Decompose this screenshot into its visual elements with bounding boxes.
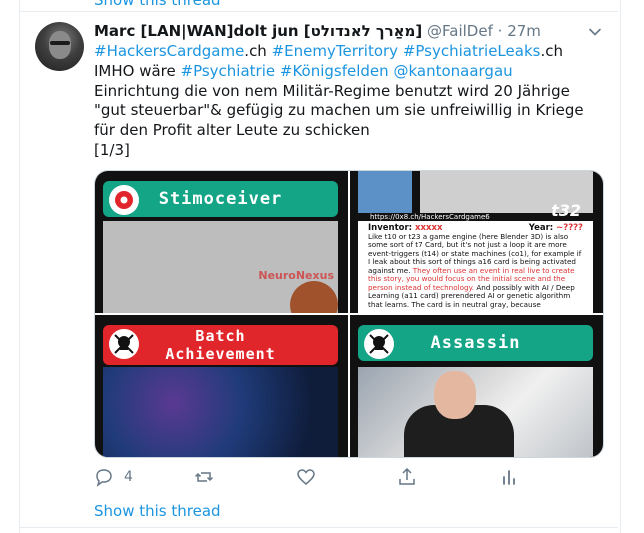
- avatar-face: [49, 31, 71, 59]
- tweet-text-segment: für den Profit alter Leute zu schicken: [94, 121, 370, 140]
- meta-separator: ·: [497, 22, 503, 40]
- hashtag-link[interactable]: #HackersCardgame: [94, 42, 244, 60]
- chevron-down-icon[interactable]: [587, 24, 603, 40]
- card-tag: t32: [551, 201, 581, 220]
- tweet-text-segment: Einrichtung die von nem Militär-Regime b…: [94, 81, 570, 100]
- card-assassin[interactable]: Assassin: [350, 315, 603, 457]
- gear-icon: [109, 185, 139, 215]
- reply-count: 4: [124, 469, 133, 485]
- show-thread-link-top[interactable]: Show this thread: [94, 0, 221, 9]
- reply-icon: [96, 469, 112, 487]
- reply-button[interactable]: 4: [94, 467, 133, 487]
- card-grid-image: [358, 171, 412, 213]
- skull-icon: [364, 329, 394, 359]
- card-title-line2: Achievement: [165, 345, 276, 363]
- retweet-icon: [194, 472, 214, 482]
- avatar-glasses: [50, 41, 70, 45]
- card-title-line1: Batch: [195, 327, 246, 345]
- show-thread-link[interactable]: Show this thread: [94, 502, 221, 520]
- tweet-text-segment: "gut steuerbar"& gefügig zu machen um si…: [94, 101, 584, 120]
- tweet-line: für den Profit alter Leute zu schicken: [94, 121, 606, 141]
- skull-icon: [109, 329, 139, 359]
- person-head: [434, 371, 476, 419]
- analytics-button[interactable]: [499, 467, 519, 487]
- tweet-text: #HackersCardgame.ch #EnemyTerritory #Psy…: [94, 42, 606, 161]
- hashtag-link[interactable]: #PsychiatrieLeaks: [398, 42, 541, 60]
- tweet-line: [1/3]: [94, 141, 606, 161]
- tweet-time[interactable]: 27m: [507, 22, 541, 40]
- card-description: Inventor: xxxxx Year: ~???? Like t10 or …: [358, 221, 593, 313]
- hashtag-link[interactable]: #Königsfelden: [275, 62, 389, 80]
- divider-bottom: [20, 527, 618, 528]
- hashtag-link[interactable]: #EnemyTerritory: [267, 42, 398, 60]
- like-button[interactable]: [296, 467, 326, 487]
- card-brand: NeuroNexus: [258, 269, 334, 282]
- tweet-line: Einrichtung die von nem Militär-Regime b…: [94, 82, 606, 102]
- card-t32[interactable]: t32 https://0x8.ch/HackersCardgame6 Inve…: [350, 171, 603, 313]
- tweet-line: "gut steuerbar"& gefügig zu machen um si…: [94, 101, 606, 121]
- hashtag-link[interactable]: @kantonaargau: [389, 62, 512, 80]
- tweet-header: Marc [LAN|WAN]dolt jun [מאַרך לאנדולט] @…: [94, 22, 541, 40]
- tweet-text-segment: .ch: [244, 42, 267, 60]
- tweet-text-segment: IMHO wäre: [94, 61, 181, 80]
- card-batch-achievement[interactable]: Batch Achievement: [95, 315, 348, 457]
- tweet-text-segment: [1/3]: [94, 140, 130, 159]
- tweet-line: #HackersCardgame.ch #EnemyTerritory #Psy…: [94, 42, 606, 62]
- hashtag-link[interactable]: #Psychiatrie: [181, 62, 276, 80]
- heart-icon: [297, 469, 315, 485]
- avatar[interactable]: [35, 22, 84, 71]
- author-name[interactable]: Marc [LAN|WAN]dolt jun [מאַרך לאנדולט]: [94, 22, 422, 40]
- card-stimoceiver[interactable]: Stimoceiver NeuroNexus: [95, 171, 348, 313]
- share-button[interactable]: [397, 467, 417, 487]
- media-grid[interactable]: Stimoceiver NeuroNexus t32 https://0x8.c…: [94, 170, 604, 458]
- tweet-line: IMHO wäre #Psychiatrie #Königsfelden @ka…: [94, 62, 606, 82]
- retweet-button[interactable]: [194, 467, 224, 487]
- card-url: https://0x8.ch/HackersCardgame6: [370, 213, 490, 221]
- card-image: [103, 367, 338, 457]
- share-icon: [399, 467, 415, 485]
- divider-top: [20, 11, 618, 12]
- author-handle[interactable]: @FailDef: [427, 22, 493, 40]
- tweet-text-segment: .ch: [540, 42, 563, 60]
- analytics-icon: [503, 470, 515, 485]
